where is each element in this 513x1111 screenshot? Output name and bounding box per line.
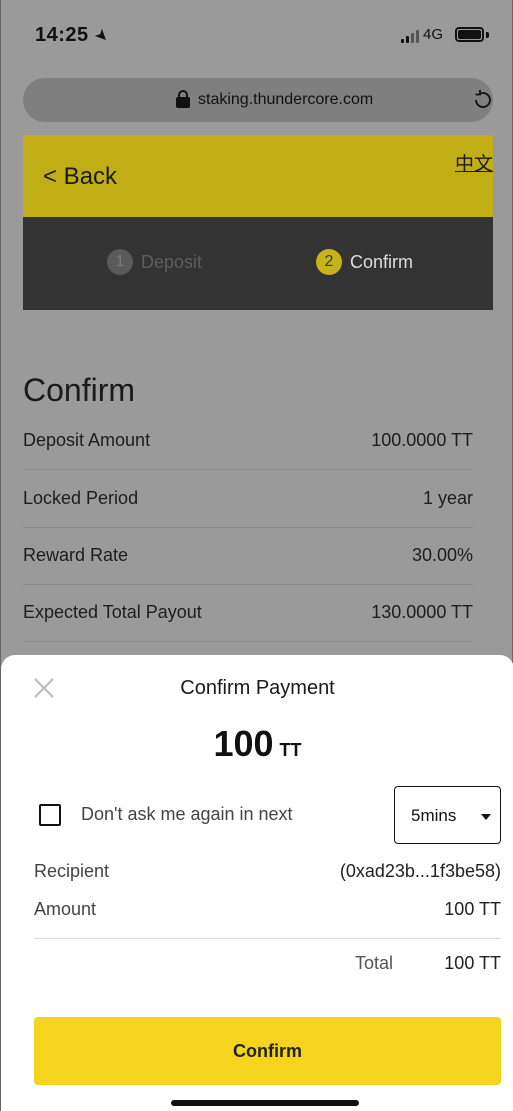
info-row-expected-payout: Expected Total Payout 130.0000 TT [23,585,473,642]
total-label: Total [355,953,394,973]
dont-ask-label: Don't ask me again in next [81,804,293,824]
info-value: 1 year [422,488,473,508]
info-value: 130.0000 TT [371,602,473,622]
reload-icon[interactable] [471,88,495,112]
status-bar: 14:25 ➤ 4G [1,0,513,70]
info-row-locked-period: Locked Period 1 year [23,471,473,528]
page-title: Confirm [23,372,136,408]
divider [34,938,501,939]
select-value: 5mins [411,806,457,825]
time-text: 14:25 [35,24,89,46]
lock-icon [176,90,190,108]
info-value: 30.00% [411,545,473,565]
step-number: 1 [107,249,133,275]
address-bar[interactable]: staking.thundercore.com [23,78,493,122]
info-row-reward-rate: Reward Rate 30.00% [23,528,473,585]
confirm-button[interactable]: Confirm [34,1017,501,1085]
recipient-address: (0xad23b...1f3be58) [339,861,501,881]
duration-select[interactable]: 5mins [394,786,501,844]
signal-icon [401,29,419,43]
sheet-title: Confirm Payment [180,677,335,699]
back-button[interactable]: < Back [43,163,117,191]
info-label: Reward Rate [23,545,129,565]
step-indicator: 1 Deposit 2 Confirm [23,217,493,310]
url-text: staking.thundercore.com [198,91,374,108]
info-label: Expected Total Payout [23,602,202,622]
amount-value: 100 TT [444,899,501,919]
step-label: Confirm [350,251,414,272]
total-value: 100 TT [444,953,501,973]
amount-number: 100 [213,723,274,764]
info-label: Deposit Amount [23,430,151,450]
payment-amount: 100 TT [1,723,513,765]
home-indicator [171,1100,359,1106]
phone-screen: 14:25 ➤ 4G staking.thundercore.com < Back… [0,0,513,1111]
info-value: 100.0000 TT [371,430,473,450]
dont-ask-checkbox[interactable] [39,804,61,826]
recipient-label: Recipient [34,861,110,881]
amount-unit: TT [279,740,302,760]
location-arrow-icon: ➤ [90,25,113,48]
battery-icon [455,27,484,42]
step-deposit: 1 Deposit [107,249,202,275]
info-row-deposit-amount: Deposit Amount 100.0000 TT [23,413,473,470]
network-type: 4G [423,26,444,43]
battery-tip [486,32,489,38]
info-label: Locked Period [23,488,139,508]
app-header: < Back 中文 [23,135,493,217]
amount-label: Amount [34,899,97,919]
confirm-payment-sheet: Confirm Payment 100 TT Don't ask me again… [1,655,513,1111]
step-confirm: 2 Confirm [316,249,413,275]
step-number: 2 [316,249,342,275]
status-time: 14:25 ➤ [35,24,112,47]
language-switch-link[interactable]: 中文 [455,149,493,176]
caret-down-icon [481,814,491,820]
step-label: Deposit [141,251,203,272]
